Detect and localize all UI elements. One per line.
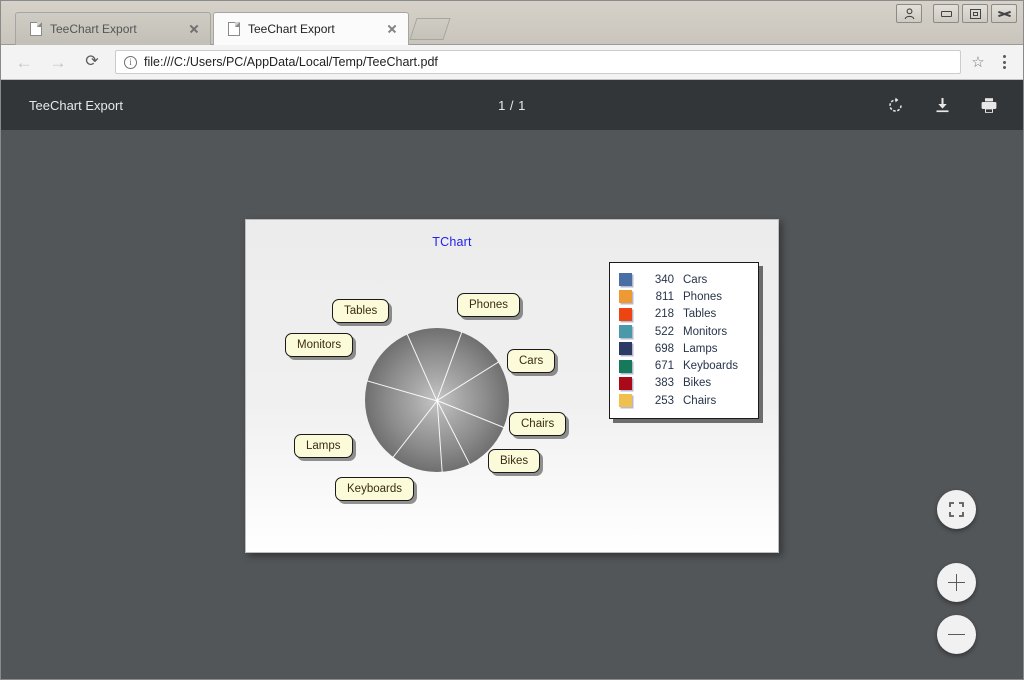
maximize-button[interactable]	[962, 4, 988, 23]
legend-row: 671 Keyboards	[619, 357, 749, 374]
zoom-in-button[interactable]	[937, 563, 976, 602]
legend-label: Bikes	[683, 377, 712, 390]
tab-strip: TeeChart Export TeeChart Export	[1, 1, 1023, 45]
minus-icon	[948, 626, 965, 643]
bookmark-star-icon[interactable]: ☆	[969, 53, 987, 71]
pie-slice-divider	[391, 400, 438, 459]
legend-label: Tables	[683, 308, 717, 321]
tab-teechart-export-1[interactable]: TeeChart Export	[15, 12, 211, 45]
chart-legend: 340 Cars 811 Phones 218 Tables 522 Monitors 698 L…	[609, 262, 759, 420]
pdf-page-area: TChart Tables Phones Monitors Cars Chairs Lam…	[1, 130, 1023, 679]
forward-button[interactable]: →	[45, 49, 71, 75]
legend-value: 522	[654, 325, 674, 338]
pie-slice-divider	[436, 400, 505, 429]
window-controls	[896, 4, 1017, 23]
legend-row: 522 Monitors	[619, 323, 749, 340]
pie-chart[interactable]	[365, 328, 509, 474]
legend-label: Monitors	[683, 325, 728, 338]
back-arrow-icon: ←	[15, 52, 33, 72]
page-icon	[30, 22, 42, 36]
new-tab-button[interactable]	[409, 18, 451, 40]
rotate-icon[interactable]	[885, 95, 905, 115]
minimize-icon	[940, 10, 952, 17]
legend-color-swatch	[619, 325, 632, 339]
tab-teechart-export-2[interactable]: TeeChart Export	[213, 12, 409, 45]
fit-to-page-button[interactable]	[937, 490, 976, 529]
person-glyph	[904, 7, 914, 19]
address-bar: ← → ⟳ i file:///C:/Users/PC/AppData/Loca…	[1, 45, 1023, 80]
pdf-page: TChart Tables Phones Monitors Cars Chairs Lam…	[245, 219, 779, 553]
legend-label: Keyboards	[683, 360, 738, 373]
pie-slice-divider	[436, 361, 500, 402]
pie-callout-bikes[interactable]: Bikes	[488, 449, 541, 473]
tab-label: TeeChart Export	[50, 22, 137, 36]
tab-label: TeeChart Export	[248, 22, 335, 36]
pie-callout-lamps[interactable]: Lamps	[294, 434, 353, 458]
pie-callout-phones[interactable]: Phones	[457, 293, 521, 317]
legend-label: Chairs	[683, 394, 717, 407]
more-menu-icon[interactable]	[995, 55, 1013, 69]
print-icon[interactable]	[979, 95, 999, 115]
zoom-out-button[interactable]	[937, 615, 976, 654]
legend-value: 811	[655, 290, 674, 303]
pie-slice-divider	[366, 379, 438, 402]
legend-label: Phones	[683, 290, 723, 303]
pdf-viewer: TeeChart Export 1 / 1 TChart Tables Phon…	[1, 80, 1023, 679]
profile-icon[interactable]	[896, 4, 922, 23]
url-input[interactable]: i file:///C:/Users/PC/AppData/Local/Temp…	[115, 50, 961, 74]
legend-row: 340 Cars	[619, 271, 749, 288]
legend-color-swatch	[619, 273, 632, 287]
close-button[interactable]	[991, 4, 1017, 23]
pie-callout-chairs[interactable]: Chairs	[509, 412, 567, 436]
browser-window: TeeChart Export TeeChart Export ← → ⟳ i …	[0, 0, 1024, 680]
legend-label: Lamps	[683, 342, 718, 355]
fit-to-page-icon	[949, 502, 964, 517]
legend-color-swatch	[619, 342, 632, 356]
pie-slice-divider	[406, 333, 438, 401]
close-icon[interactable]	[186, 21, 202, 37]
legend-value: 340	[654, 273, 674, 286]
legend-label: Cars	[683, 273, 708, 286]
legend-value: 698	[654, 342, 674, 355]
legend-value: 671	[654, 360, 674, 373]
legend-row: 383 Bikes	[619, 375, 749, 392]
page-icon	[228, 22, 240, 36]
download-icon[interactable]	[932, 95, 952, 115]
reload-icon: ⟳	[85, 53, 99, 70]
reload-button[interactable]: ⟳	[79, 49, 105, 75]
pie-callout-cars[interactable]: Cars	[507, 349, 556, 373]
legend-color-swatch	[619, 376, 632, 390]
chart-title: TChart	[432, 235, 472, 249]
close-icon[interactable]	[384, 21, 400, 37]
legend-value: 218	[654, 308, 674, 321]
info-icon[interactable]: i	[124, 55, 137, 69]
plus-icon	[948, 574, 965, 591]
legend-row: 811 Phones	[619, 288, 749, 305]
legend-row: 253 Chairs	[619, 392, 749, 409]
legend-value: 383	[654, 377, 674, 390]
zoom-controls	[937, 490, 976, 654]
legend-color-swatch	[619, 307, 632, 321]
maximize-icon	[969, 8, 981, 19]
pie-callout-monitors[interactable]: Monitors	[285, 333, 354, 357]
forward-arrow-icon: →	[49, 52, 67, 72]
legend-color-swatch	[619, 290, 632, 304]
minimize-button[interactable]	[933, 4, 959, 23]
pdf-tool-buttons	[885, 95, 999, 115]
url-text: file:///C:/Users/PC/AppData/Local/Temp/T…	[144, 55, 438, 69]
pie-callout-keyboards[interactable]: Keyboards	[335, 477, 414, 501]
close-icon	[998, 8, 1011, 19]
back-button[interactable]: ←	[11, 49, 37, 75]
pdf-toolbar: TeeChart Export 1 / 1	[1, 80, 1023, 130]
page-indicator: 1 / 1	[498, 97, 526, 113]
legend-color-swatch	[619, 394, 632, 408]
legend-value: 253	[654, 394, 674, 407]
legend-row: 218 Tables	[619, 306, 749, 323]
legend-color-swatch	[619, 359, 632, 373]
pie-callout-tables[interactable]: Tables	[332, 299, 390, 323]
legend-row: 698 Lamps	[619, 340, 749, 357]
